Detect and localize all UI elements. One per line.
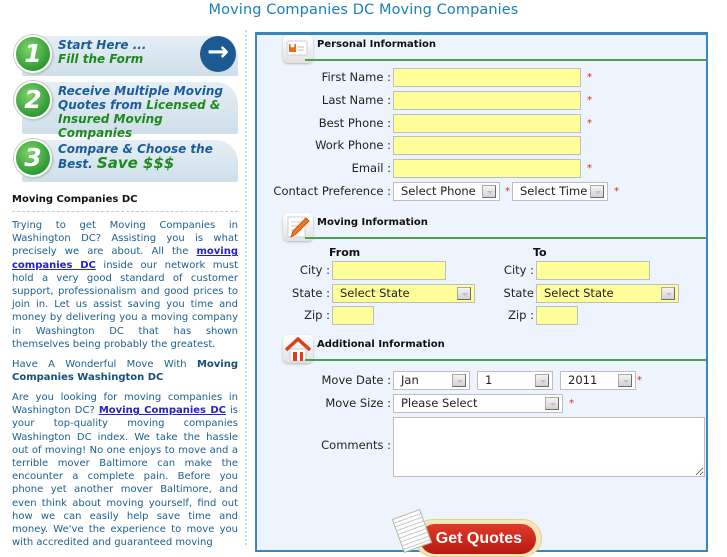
step-2-banner: 2 Receive Multiple Moving Quotes from Li… bbox=[12, 78, 238, 140]
from-state-label: State : bbox=[292, 286, 330, 300]
email-input[interactable] bbox=[393, 159, 581, 178]
sidebar-subheading: Have A Wonderful Move With Moving Compan… bbox=[12, 359, 238, 384]
step-number-3-icon: 3 bbox=[14, 139, 52, 177]
chevron-down-icon[interactable] bbox=[545, 397, 559, 410]
move-month-dropdown[interactable]: Jan bbox=[393, 371, 470, 390]
step-number-1-icon: 1 bbox=[14, 35, 52, 73]
work-phone-input[interactable] bbox=[393, 136, 581, 155]
to-state-dropdown[interactable]: Select State bbox=[536, 284, 679, 303]
quote-form: Personal Information First Name : * Last… bbox=[255, 32, 708, 557]
contact-preference-label: Contact Preference : bbox=[273, 184, 391, 198]
step-3-banner: 3 Compare & Choose the Best. Save $$$ bbox=[12, 136, 238, 184]
chevron-down-icon[interactable] bbox=[535, 374, 549, 387]
chevron-down-icon[interactable] bbox=[590, 185, 604, 198]
to-city-label: City : bbox=[503, 263, 534, 277]
step-3-line2b: Save $$$ bbox=[96, 154, 175, 172]
comments-textarea[interactable] bbox=[393, 417, 705, 477]
best-phone-label: Best Phone : bbox=[318, 116, 391, 130]
sidebar-heading: Moving Companies DC bbox=[12, 194, 238, 212]
sidebar: 1 Start Here ... Fill the Form → 2 Recei… bbox=[12, 32, 238, 549]
moving-info-title: Moving Information bbox=[317, 217, 428, 228]
first-name-input[interactable] bbox=[393, 68, 581, 87]
column-divider bbox=[245, 30, 247, 545]
additional-info-header: Additional Information bbox=[257, 335, 706, 363]
get-quotes-button[interactable]: Get Quotes bbox=[391, 508, 542, 557]
from-zip-input[interactable] bbox=[332, 306, 374, 325]
from-heading: From bbox=[329, 246, 361, 259]
step-number-2-icon: 2 bbox=[14, 81, 52, 119]
required-marker: * bbox=[587, 95, 592, 106]
required-marker: * bbox=[587, 163, 592, 174]
step-1-line1: Start Here ... bbox=[58, 38, 147, 52]
sidebar-paragraph-2: Are you looking for moving companies in … bbox=[12, 392, 238, 549]
comments-label: Comments : bbox=[321, 438, 391, 452]
from-zip-label: Zip : bbox=[304, 308, 330, 322]
select-time-dropdown[interactable]: Select Time bbox=[512, 182, 608, 201]
step-2-line2b: Licensed & bbox=[146, 98, 221, 112]
arrow-right-icon[interactable]: → bbox=[200, 36, 236, 72]
to-city-input[interactable] bbox=[536, 261, 650, 280]
step-1-banner[interactable]: 1 Start Here ... Fill the Form → bbox=[12, 32, 238, 78]
move-date-label: Move Date : bbox=[321, 373, 391, 387]
required-marker: * bbox=[587, 72, 592, 83]
required-marker: * bbox=[569, 398, 574, 409]
required-marker: * bbox=[505, 186, 510, 197]
page-title: Moving Companies DC Moving Companies bbox=[208, 2, 519, 18]
first-name-label: First Name : bbox=[321, 70, 391, 84]
chevron-down-icon[interactable] bbox=[452, 374, 466, 387]
required-marker: * bbox=[637, 375, 642, 386]
to-zip-label: Zip : bbox=[508, 308, 534, 322]
step-1-line2: Fill the Form bbox=[58, 52, 144, 66]
chevron-down-icon[interactable] bbox=[618, 374, 632, 387]
chevron-down-icon[interactable] bbox=[482, 185, 496, 198]
required-marker: * bbox=[587, 118, 592, 129]
from-city-input[interactable] bbox=[332, 261, 446, 280]
from-city-label: City : bbox=[299, 263, 330, 277]
additional-info-title: Additional Information bbox=[317, 339, 445, 350]
from-state-dropdown[interactable]: Select State bbox=[332, 284, 475, 303]
step-2-line2a: Quotes from bbox=[58, 98, 147, 112]
move-size-label: Move Size : bbox=[325, 396, 391, 410]
move-day-dropdown[interactable]: 1 bbox=[477, 371, 553, 390]
move-size-dropdown[interactable]: Please Select bbox=[393, 394, 563, 413]
step-2-line1: Receive Multiple Moving bbox=[58, 84, 224, 98]
last-name-input[interactable] bbox=[393, 91, 581, 110]
personal-info-header: Personal Information bbox=[257, 35, 706, 63]
personal-info-title: Personal Information bbox=[317, 39, 436, 50]
move-year-dropdown[interactable]: 2011 bbox=[560, 371, 636, 390]
get-quotes-label: Get Quotes bbox=[420, 524, 536, 554]
best-phone-input[interactable] bbox=[393, 114, 581, 133]
to-state-label: State bbox=[503, 286, 534, 300]
last-name-label: Last Name : bbox=[321, 93, 391, 107]
email-label: Email : bbox=[351, 161, 391, 175]
select-phone-dropdown[interactable]: Select Phone bbox=[393, 182, 500, 201]
moving-info-header: Moving Information bbox=[257, 213, 706, 241]
sidebar-paragraph-1: Trying to get Moving Companies in Washin… bbox=[12, 220, 238, 350]
chevron-down-icon[interactable] bbox=[661, 287, 675, 300]
to-heading: To bbox=[533, 246, 547, 259]
to-zip-input[interactable] bbox=[536, 306, 578, 325]
required-marker: * bbox=[614, 186, 619, 197]
moving-companies-dc-link-2[interactable]: Moving Companies DC bbox=[99, 405, 226, 416]
work-phone-label: Work Phone : bbox=[315, 138, 391, 152]
step-3-line2a: Best. bbox=[58, 157, 97, 171]
